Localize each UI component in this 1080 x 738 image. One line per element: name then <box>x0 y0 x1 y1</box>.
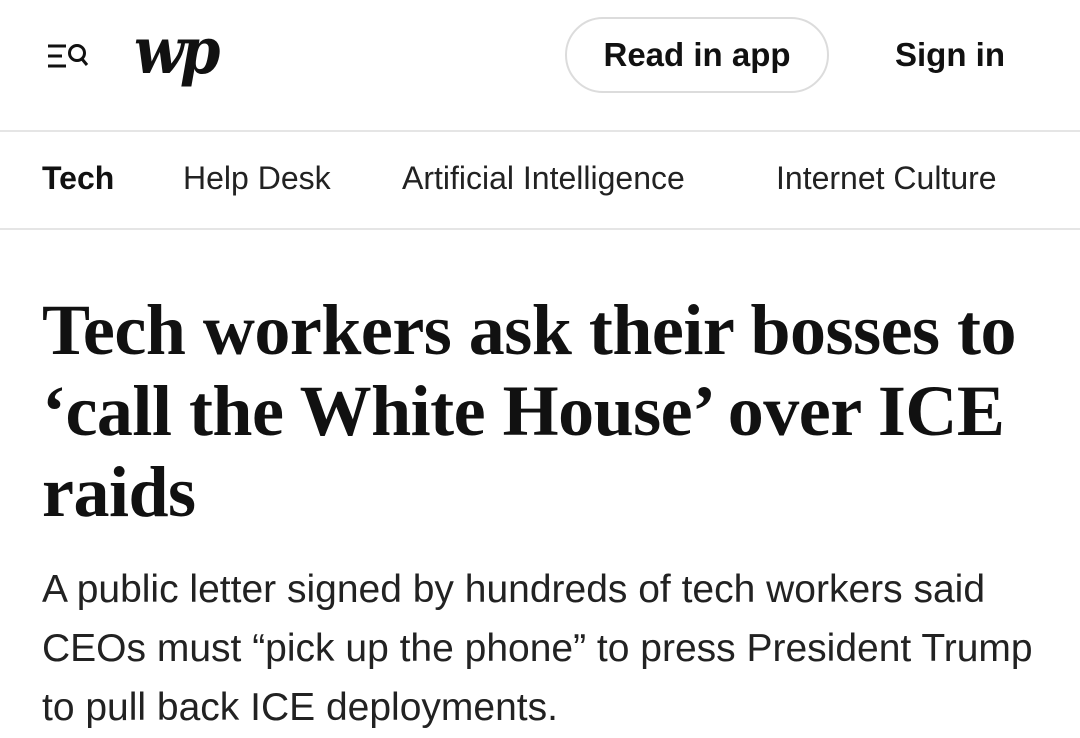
article-headline: Tech workers ask their bosses to ‘call t… <box>42 290 1017 532</box>
nav-item-tech[interactable]: Tech <box>42 160 114 197</box>
section-nav: Tech Help Desk Artificial Intelligence I… <box>0 132 1080 230</box>
nav-item-help-desk[interactable]: Help Desk <box>183 160 331 197</box>
nav-item-internet-culture[interactable]: Internet Culture <box>776 160 997 197</box>
sign-in-button[interactable]: Sign in <box>870 17 1030 93</box>
wp-logo[interactable]: wp <box>134 18 221 83</box>
read-in-app-button[interactable]: Read in app <box>565 17 829 93</box>
menu-search-icon[interactable] <box>40 34 96 78</box>
site-header: wp Read in app Sign in <box>0 0 1080 132</box>
nav-item-artificial-intelligence[interactable]: Artificial Intelligence <box>402 160 685 197</box>
article-dek: A public letter signed by hundreds of te… <box>42 568 1033 729</box>
